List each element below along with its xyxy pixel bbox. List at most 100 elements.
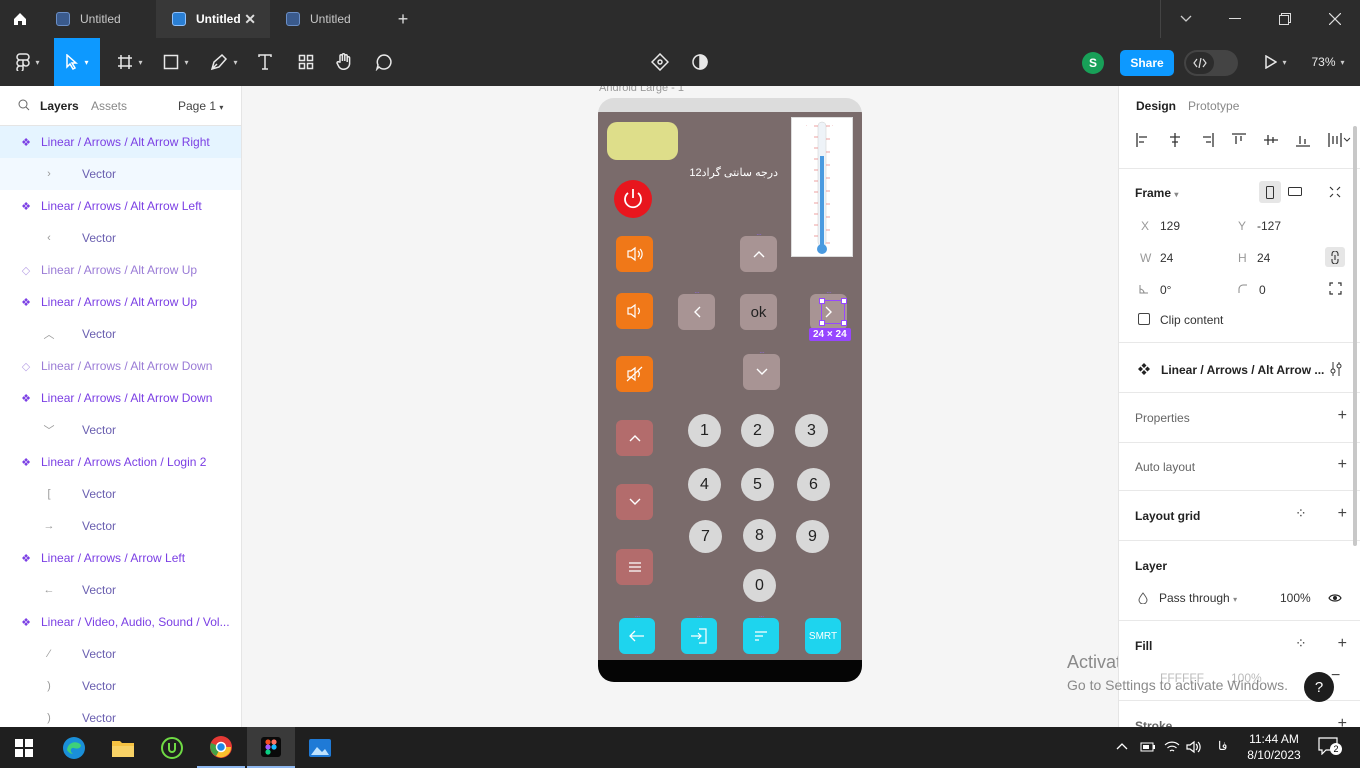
show-hidden-icons-icon[interactable] [1116,742,1128,750]
number-button-0[interactable]: 0 [743,569,776,602]
taskbar-figma[interactable] [247,727,295,768]
selection-handle[interactable] [819,320,825,326]
component-settings-icon[interactable] [1329,361,1343,377]
list-button[interactable]: ··· [743,612,779,654]
number-button-5[interactable]: 5 [741,468,774,501]
add-fill-icon[interactable]: + [1338,635,1347,653]
x-input[interactable]: 129 [1160,219,1180,233]
layer-row-vector[interactable]: › Vector [0,158,241,190]
new-tab-button[interactable]: + [392,0,414,38]
taskbar-chrome[interactable] [197,727,245,768]
back-button[interactable]: ··· [619,612,655,654]
eye-icon[interactable] [1328,593,1342,603]
number-button-7[interactable]: 7 [689,520,722,553]
align-center-vertical-icon[interactable] [1263,132,1279,148]
component-name[interactable]: Linear / Arrows / Alt Arrow ... [1161,363,1324,377]
wifi-icon[interactable] [1164,740,1180,754]
layer-row-component[interactable]: ❖ Linear / Arrows / Alt Arrow Up [0,286,241,318]
layer-row-component[interactable]: ❖ Linear / Arrows / Alt Arrow Right [0,126,241,158]
user-avatar[interactable]: S [1082,52,1104,74]
selection-handle[interactable] [841,320,847,326]
clock[interactable]: 11:44 AM 8/10/2023 [1246,731,1302,763]
canvas[interactable]: Android Large - 1 12درجه سانتی گراد ·· [242,86,1118,727]
restore-button[interactable] [1262,0,1308,38]
fill-styles-icon[interactable]: ⁘ [1295,635,1307,652]
align-bottom-icon[interactable] [1295,132,1311,148]
panel-scrollbar[interactable] [1353,126,1357,546]
number-button-6[interactable]: 6 [797,468,830,501]
minimize-button[interactable] [1212,0,1258,38]
landscape-icon[interactable] [1288,187,1302,196]
share-button[interactable]: Share [1120,50,1174,76]
clip-content-checkbox[interactable] [1138,313,1150,325]
input-language[interactable]: فا [1218,739,1227,753]
smart-button[interactable]: SMRT [805,618,841,654]
search-icon[interactable] [18,99,30,111]
home-button[interactable] [0,0,40,38]
tab-design[interactable]: Design [1136,99,1176,113]
layer-row-vector[interactable]: → Vector [0,510,241,542]
hand-tool-button[interactable] [330,38,358,86]
constrain-proportions-toggle[interactable] [1325,247,1345,267]
page-selector[interactable]: Page 1 ▾ [178,99,223,113]
layer-row-vector[interactable]: ⁄ Vector [0,638,241,670]
dpad-ok-button[interactable]: ok [740,294,777,330]
zoom-menu[interactable]: 73% ▾ [1302,38,1354,86]
dpad-up-button[interactable]: ··· [740,230,777,272]
rotation-input[interactable]: 0° [1160,283,1171,297]
tab-layers[interactable]: Layers [40,99,79,113]
h-input[interactable]: 24 [1257,251,1270,265]
number-button-9[interactable]: 9 [796,520,829,553]
frame-label[interactable]: Android Large - 1 [599,86,684,94]
tab-prototype[interactable]: Prototype [1188,99,1239,113]
number-button-8[interactable]: 8 [743,519,776,552]
portrait-toggle[interactable] [1259,181,1281,203]
layer-row-component[interactable]: ❖ Linear / Arrows / Arrow Left [0,542,241,574]
move-tool-button[interactable]: ▾ [54,38,100,86]
layer-row-vector[interactable]: ﹀ Vector [0,414,241,446]
taskbar-photos[interactable] [296,727,344,768]
channel-down-button[interactable] [616,484,653,520]
blend-mode-select[interactable]: Pass through ▾ [1159,591,1237,605]
layer-row-vector[interactable]: ︿ Vector [0,318,241,350]
resources-button[interactable] [292,38,320,86]
shape-tool-button[interactable]: ▾ [156,38,196,86]
w-input[interactable]: 24 [1160,251,1173,265]
theme-toggle-button[interactable] [686,38,714,86]
resize-to-fit-icon[interactable] [1329,186,1341,198]
yellow-pill[interactable] [607,122,678,160]
layer-row-vector[interactable]: ‹ Vector [0,222,241,254]
taskbar-file-explorer[interactable] [99,727,147,768]
layer-row-component[interactable]: ❖ Linear / Video, Audio, Sound / Vol... [0,606,241,638]
selection-box[interactable] [819,298,847,326]
close-tab-icon[interactable]: ✕ [244,11,256,28]
align-top-icon[interactable] [1231,132,1247,148]
add-layout-grid-icon[interactable]: + [1338,505,1347,523]
text-tool-button[interactable] [252,38,278,86]
input-button[interactable]: ··· [681,612,717,654]
radius-input[interactable]: 0 [1259,283,1266,297]
mute-button[interactable] [616,356,653,392]
close-window-button[interactable] [1312,0,1358,38]
menu-button[interactable] [616,549,653,585]
present-button[interactable]: ▾ [1258,38,1294,86]
layer-row-component[interactable]: ❖ Linear / Arrows / Alt Arrow Left [0,190,241,222]
tab-assets[interactable]: Assets [91,99,127,113]
add-auto-layout-icon[interactable]: + [1338,456,1347,474]
add-property-icon[interactable]: + [1338,407,1347,425]
start-button[interactable] [0,727,48,768]
layer-row-component[interactable]: ❖ Linear / Arrows Action / Login 2 [0,446,241,478]
align-right-icon[interactable] [1199,132,1215,148]
layer-opacity-input[interactable]: 100% [1280,591,1311,605]
layer-row-vector[interactable]: ) Vector [0,670,241,702]
dpad-left-button[interactable]: ··· [678,288,715,330]
dev-mode-toggle[interactable] [1184,50,1238,76]
channel-up-button[interactable] [616,420,653,456]
battery-icon[interactable] [1140,740,1156,754]
number-button-3[interactable]: 3 [795,414,828,447]
component-tool-button[interactable] [646,38,674,86]
layer-row-component[interactable]: ◇ Linear / Arrows / Alt Arrow Up [0,254,241,286]
number-button-4[interactable]: 4 [688,468,721,501]
main-menu-button[interactable]: ▾ [8,38,48,86]
add-stroke-icon[interactable]: + [1338,715,1347,727]
